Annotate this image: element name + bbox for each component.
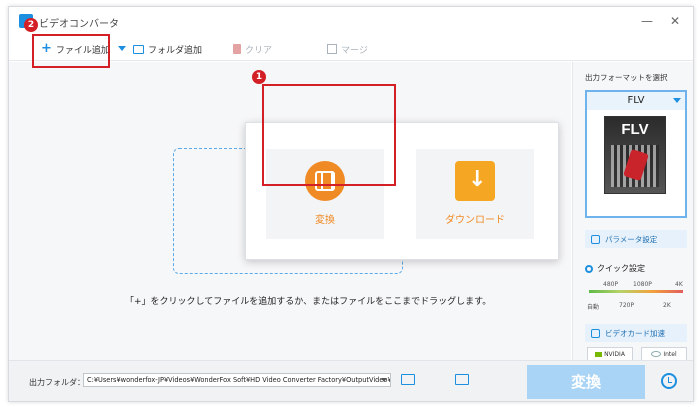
intel-label: Intel xyxy=(663,350,677,358)
quality-slider[interactable] xyxy=(589,290,683,293)
nvidia-toggle[interactable]: NVIDIA xyxy=(587,347,633,361)
intel-toggle[interactable]: Intel xyxy=(641,347,687,361)
title-bar: ビデオコンバータ — ✕ xyxy=(9,7,693,35)
annotation-badge-2: 2 xyxy=(24,18,38,32)
folder-icon xyxy=(133,44,144,54)
download-option-label: ダウンロード xyxy=(445,215,505,226)
chevron-down-icon xyxy=(381,378,387,382)
browse-folder-icon[interactable] xyxy=(401,374,415,385)
merge-icon xyxy=(327,44,337,54)
flv-art-text: FLV xyxy=(621,121,649,138)
toolbar: + ファイル追加 フォルダ追加 クリア マージ xyxy=(9,35,693,61)
bottom-bar: 出力フォルダ： C:¥Users¥wonderfox-JP¥Videos¥Won… xyxy=(9,360,693,401)
alarm-clock-icon[interactable] xyxy=(661,373,677,389)
close-button[interactable]: ✕ xyxy=(667,13,683,29)
add-file-dropdown-icon[interactable] xyxy=(118,46,126,51)
parameter-settings-button[interactable]: パラメータ設定 xyxy=(585,230,687,248)
app-window: ビデオコンバータ — ✕ + ファイル追加 フォルダ追加 クリア マージ + 「… xyxy=(8,6,694,402)
nvidia-icon xyxy=(595,351,603,357)
download-icon: ↓ xyxy=(455,161,495,201)
merge-button[interactable]: マージ xyxy=(327,41,368,57)
quick-settings-icon xyxy=(585,264,593,273)
intel-icon xyxy=(651,351,662,357)
quality-label-720p: 720P xyxy=(619,302,635,309)
convert-button[interactable]: 変換 xyxy=(527,365,645,399)
merge-label: マージ xyxy=(341,45,368,56)
minimize-button[interactable]: — xyxy=(639,13,655,29)
format-header: FLV xyxy=(587,92,685,110)
gpu-acceleration-label: ビデオカード加速 xyxy=(605,328,665,338)
output-panel: 出力フォーマットを選択 FLV FLV パラメータ設定 クイック設定 480P … xyxy=(572,62,693,361)
output-path-select[interactable]: C:¥Users¥wonderfox-JP¥Videos¥WonderFox S… xyxy=(83,373,391,387)
drop-hint: 「+」をクリックしてファイルを追加するか、またはファイルをここまでドラッグします… xyxy=(125,297,492,307)
sliders-icon xyxy=(591,234,600,244)
quality-label-auto: 自動 xyxy=(587,304,600,311)
clear-label: クリア xyxy=(245,45,273,56)
download-option[interactable]: ↓ ダウンロード xyxy=(416,149,534,239)
gpu-icon xyxy=(591,328,600,338)
open-folder-icon[interactable] xyxy=(455,374,469,385)
quality-label-480p: 480P xyxy=(603,281,619,288)
quick-settings-label: クイック設定 xyxy=(597,264,645,273)
add-folder-label: フォルダ追加 xyxy=(148,45,203,56)
format-name: FLV xyxy=(627,95,645,106)
quality-label-2k: 2K xyxy=(663,302,671,309)
app-title: ビデオコンバータ xyxy=(39,19,119,30)
output-path-value: C:¥Users¥wonderfox-JP¥Videos¥WonderFox S… xyxy=(87,376,391,384)
annotation-box-1 xyxy=(262,84,396,186)
output-format-title: 出力フォーマットを選択 xyxy=(585,73,668,82)
convert-option-label: 変換 xyxy=(315,215,335,226)
output-folder-label: 出力フォルダ： xyxy=(29,378,85,387)
clear-button[interactable]: クリア xyxy=(233,41,272,57)
add-folder-button[interactable]: フォルダ追加 xyxy=(133,41,202,57)
trash-icon xyxy=(233,44,241,54)
quick-settings: クイック設定 xyxy=(585,263,645,274)
annotation-box-2 xyxy=(32,34,110,68)
annotation-badge-1: 1 xyxy=(252,70,266,84)
format-selector[interactable]: FLV FLV xyxy=(585,90,687,218)
parameter-settings-label: パラメータ設定 xyxy=(605,234,658,244)
flv-format-icon: FLV xyxy=(604,116,666,194)
gpu-acceleration-button[interactable]: ビデオカード加速 xyxy=(585,324,687,342)
nvidia-label: NVIDIA xyxy=(604,350,625,358)
quality-label-4k: 4K xyxy=(675,281,683,288)
quality-label-1080p: 1080P xyxy=(633,281,652,288)
chevron-down-icon xyxy=(673,98,681,103)
